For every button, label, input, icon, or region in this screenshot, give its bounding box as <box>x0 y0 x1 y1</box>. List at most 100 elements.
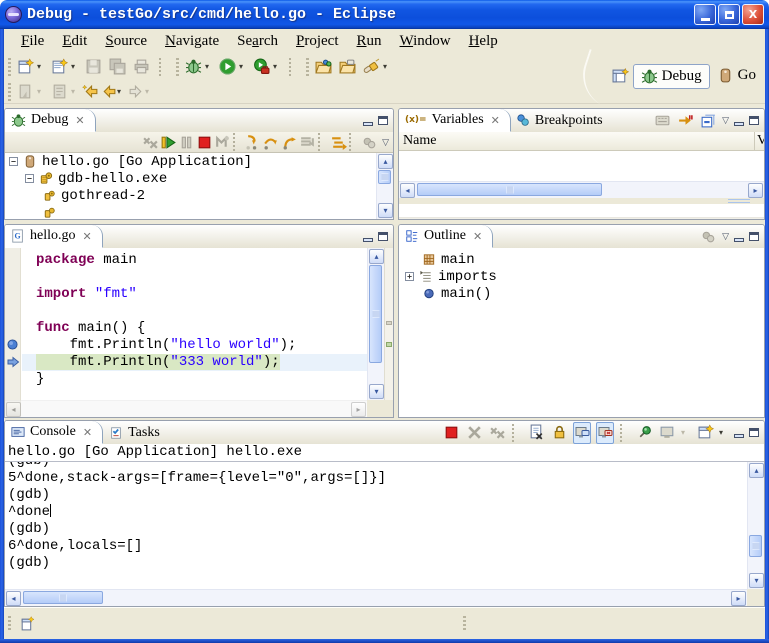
menu-help[interactable]: Help <box>460 31 507 52</box>
editor-gutter[interactable] <box>5 248 21 417</box>
tree-item-label[interactable]: hello.go [Go Application] <box>42 154 252 170</box>
menu-run[interactable]: Run <box>348 31 391 52</box>
scroll-right-icon[interactable]: ▸ <box>731 591 746 606</box>
tab-debug[interactable]: Debug✕ <box>5 109 96 132</box>
new-wizard-icon[interactable] <box>13 56 37 78</box>
view-menu-icon[interactable]: ▽ <box>722 231 729 242</box>
menu-window[interactable]: Window <box>391 31 460 52</box>
minimize-view-icon[interactable] <box>734 238 744 242</box>
tab-outline[interactable]: Outline✕ <box>399 225 493 248</box>
show-on-stdout-icon[interactable] <box>573 422 591 444</box>
debug-scrollbar[interactable]: ▴ ▾ <box>376 153 393 219</box>
step-into-icon[interactable] <box>244 131 262 153</box>
outline-item-label[interactable]: main <box>441 252 475 268</box>
menu-project[interactable]: Project <box>287 31 348 52</box>
menu-file[interactable]: File <box>12 31 53 52</box>
tree-expander[interactable]: − <box>25 174 34 183</box>
tree-item-label[interactable]: gdb-hello.exe <box>58 171 167 187</box>
maximize-view-icon[interactable] <box>378 116 388 125</box>
maximize-view-icon[interactable] <box>749 116 759 125</box>
step-return-icon[interactable] <box>280 131 298 153</box>
clear-console-icon[interactable] <box>527 422 545 444</box>
close-tab-icon[interactable]: ✕ <box>473 230 482 243</box>
back-icon[interactable] <box>99 81 117 103</box>
back-dropdown[interactable]: ▾ <box>117 87 127 96</box>
show-on-stderr-icon[interactable] <box>596 422 614 444</box>
menu-source[interactable]: Source <box>96 31 156 52</box>
perspective-debug-button[interactable]: Debug <box>633 64 710 89</box>
terminate-icon[interactable] <box>195 131 213 153</box>
scroll-down-icon[interactable]: ▾ <box>378 203 393 218</box>
tab-console[interactable]: Console✕ <box>5 421 103 444</box>
breakpoint-icon[interactable] <box>7 339 18 350</box>
search-icon[interactable] <box>359 56 383 78</box>
tab-variables[interactable]: (x)= Variables✕ <box>399 109 511 132</box>
debug-dropdown[interactable]: ▾ <box>205 62 215 71</box>
maximize-view-icon[interactable] <box>378 232 388 241</box>
collapse-all-icon[interactable] <box>699 110 717 132</box>
run-icon[interactable] <box>215 56 239 78</box>
external-tools-icon[interactable] <box>249 56 273 78</box>
scroll-right-icon[interactable]: ▸ <box>748 183 763 198</box>
new-go-element-dropdown[interactable]: ▾ <box>71 62 81 71</box>
column-value[interactable]: V <box>754 132 764 150</box>
scroll-down-icon[interactable]: ▾ <box>369 384 384 399</box>
open-console-dropdown[interactable]: ▾ <box>719 428 729 437</box>
external-tools-dropdown[interactable]: ▾ <box>273 62 283 71</box>
outline-item-label[interactable]: main() <box>441 286 491 302</box>
scroll-lock-icon[interactable] <box>550 422 568 444</box>
tree-item-label[interactable]: gothread-2 <box>61 188 145 204</box>
view-menu-icon[interactable]: ▽ <box>722 115 729 126</box>
terminate-icon[interactable] <box>442 422 460 444</box>
outline-item-label[interactable]: imports <box>438 269 497 285</box>
scroll-left-icon[interactable]: ◂ <box>400 183 415 198</box>
scroll-down-icon[interactable]: ▾ <box>749 573 764 588</box>
last-edit-location-icon[interactable] <box>81 81 99 103</box>
minimize-view-icon[interactable] <box>734 122 744 126</box>
maximize-view-icon[interactable] <box>749 232 759 241</box>
close-tab-icon[interactable]: ✕ <box>83 426 92 439</box>
export-icon[interactable] <box>335 56 359 78</box>
open-console-icon[interactable] <box>696 422 714 444</box>
code-area[interactable]: package main import "fmt" func main() { … <box>22 248 367 400</box>
tab-hello-go[interactable]: G hello.go✕ <box>5 225 103 248</box>
new-wizard-dropdown[interactable]: ▾ <box>37 62 47 71</box>
run-dropdown[interactable]: ▾ <box>239 62 249 71</box>
new-go-element-icon[interactable] <box>47 56 71 78</box>
tab-tasks[interactable]: Tasks <box>103 421 170 444</box>
maximize-view-icon[interactable] <box>749 428 759 437</box>
perspective-go-button[interactable]: Go <box>710 64 763 87</box>
use-step-filters-icon[interactable] <box>329 131 347 153</box>
show-logical-structure-icon[interactable] <box>676 110 694 132</box>
menu-navigate[interactable]: Navigate <box>156 31 228 52</box>
pin-console-icon[interactable] <box>635 422 653 444</box>
editor-vscrollbar[interactable]: ▴ ▾ <box>367 248 384 400</box>
menu-edit[interactable]: Edit <box>53 31 96 52</box>
minimize-button[interactable] <box>694 4 716 25</box>
column-name[interactable]: Name <box>399 132 754 150</box>
minimize-view-icon[interactable] <box>363 122 373 126</box>
scroll-up-icon[interactable]: ▴ <box>378 154 393 169</box>
close-tab-icon[interactable]: ✕ <box>83 230 92 243</box>
search-dropdown[interactable]: ▾ <box>383 62 393 71</box>
maximize-button[interactable] <box>718 4 740 25</box>
fast-view-icon[interactable] <box>15 613 39 635</box>
view-menu-icon[interactable]: ▽ <box>382 137 389 148</box>
minimize-view-icon[interactable] <box>363 238 373 242</box>
step-over-icon[interactable] <box>262 131 280 153</box>
close-tab-icon[interactable]: ✕ <box>491 114 500 127</box>
title-bar[interactable]: Debug - testGo/src/cmd/hello.go - Eclips… <box>0 0 769 29</box>
menu-search[interactable]: Search <box>228 31 287 52</box>
debug-icon[interactable] <box>181 56 205 78</box>
import-icon[interactable] <box>311 56 335 78</box>
resume-icon[interactable] <box>159 131 177 153</box>
close-button[interactable]: X <box>742 4 764 25</box>
close-tab-icon[interactable]: ✕ <box>75 114 84 127</box>
scroll-up-icon[interactable]: ▴ <box>369 249 384 264</box>
tree-expander[interactable]: + <box>405 272 414 281</box>
scroll-up-icon[interactable]: ▴ <box>749 463 764 478</box>
console-vscrollbar[interactable]: ▴ ▾ <box>747 462 764 589</box>
tree-expander[interactable]: − <box>9 157 18 166</box>
scroll-left-icon[interactable]: ◂ <box>6 591 21 606</box>
tab-breakpoints[interactable]: Breakpoints <box>511 109 613 132</box>
